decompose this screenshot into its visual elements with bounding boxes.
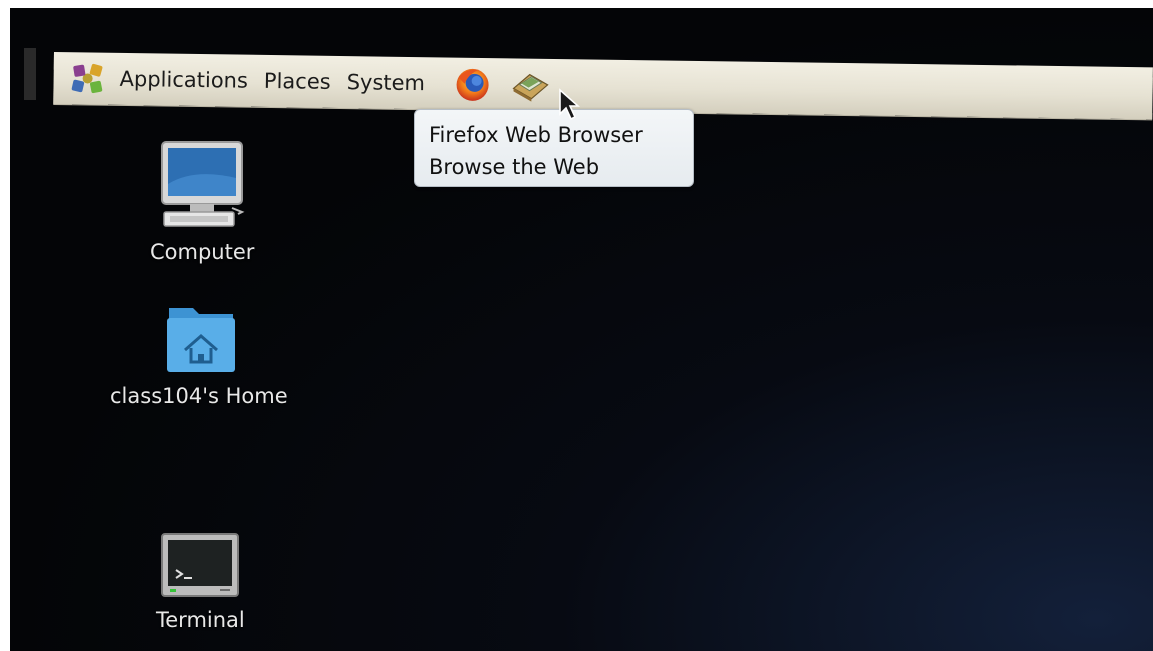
system-menu-label: System [346,70,426,96]
home-folder-icon [166,308,235,372]
computer-icon [161,141,245,227]
applications-menu-label: Applications [119,66,249,93]
applications-menu[interactable]: Applications [53,52,260,107]
desktop-icon-label: Computer [150,240,255,264]
tooltip-description: Browse the Web [429,155,600,179]
terminal-icon [161,533,240,597]
mail-icon [512,73,550,102]
system-menu[interactable]: System [342,56,437,109]
desktop-icon-home[interactable]: class104's Home [110,300,288,408]
desktop-icon-computer[interactable]: Computer [150,138,254,264]
desktop-icon-label: Terminal [156,608,245,632]
desktop-icon-label: class104's Home [110,384,288,408]
places-menu-label: Places [263,68,331,94]
firefox-launcher[interactable] [451,62,496,107]
desktop: Applications Places System Firefox Web B… [10,8,1153,651]
monitor-bezel [24,48,36,100]
firefox-icon [456,68,489,101]
mail-launcher[interactable] [509,62,554,107]
gnome-foot-icon [71,63,103,94]
places-menu[interactable]: Places [260,55,343,108]
mouse-cursor-icon [559,88,580,121]
tooltip-title: Firefox Web Browser [429,123,643,147]
desktop-icon-terminal[interactable]: Terminal [156,530,245,632]
photo-frame: Applications Places System Firefox Web B… [0,0,1153,651]
firefox-tooltip: Firefox Web Browser Browse the Web [414,109,694,187]
